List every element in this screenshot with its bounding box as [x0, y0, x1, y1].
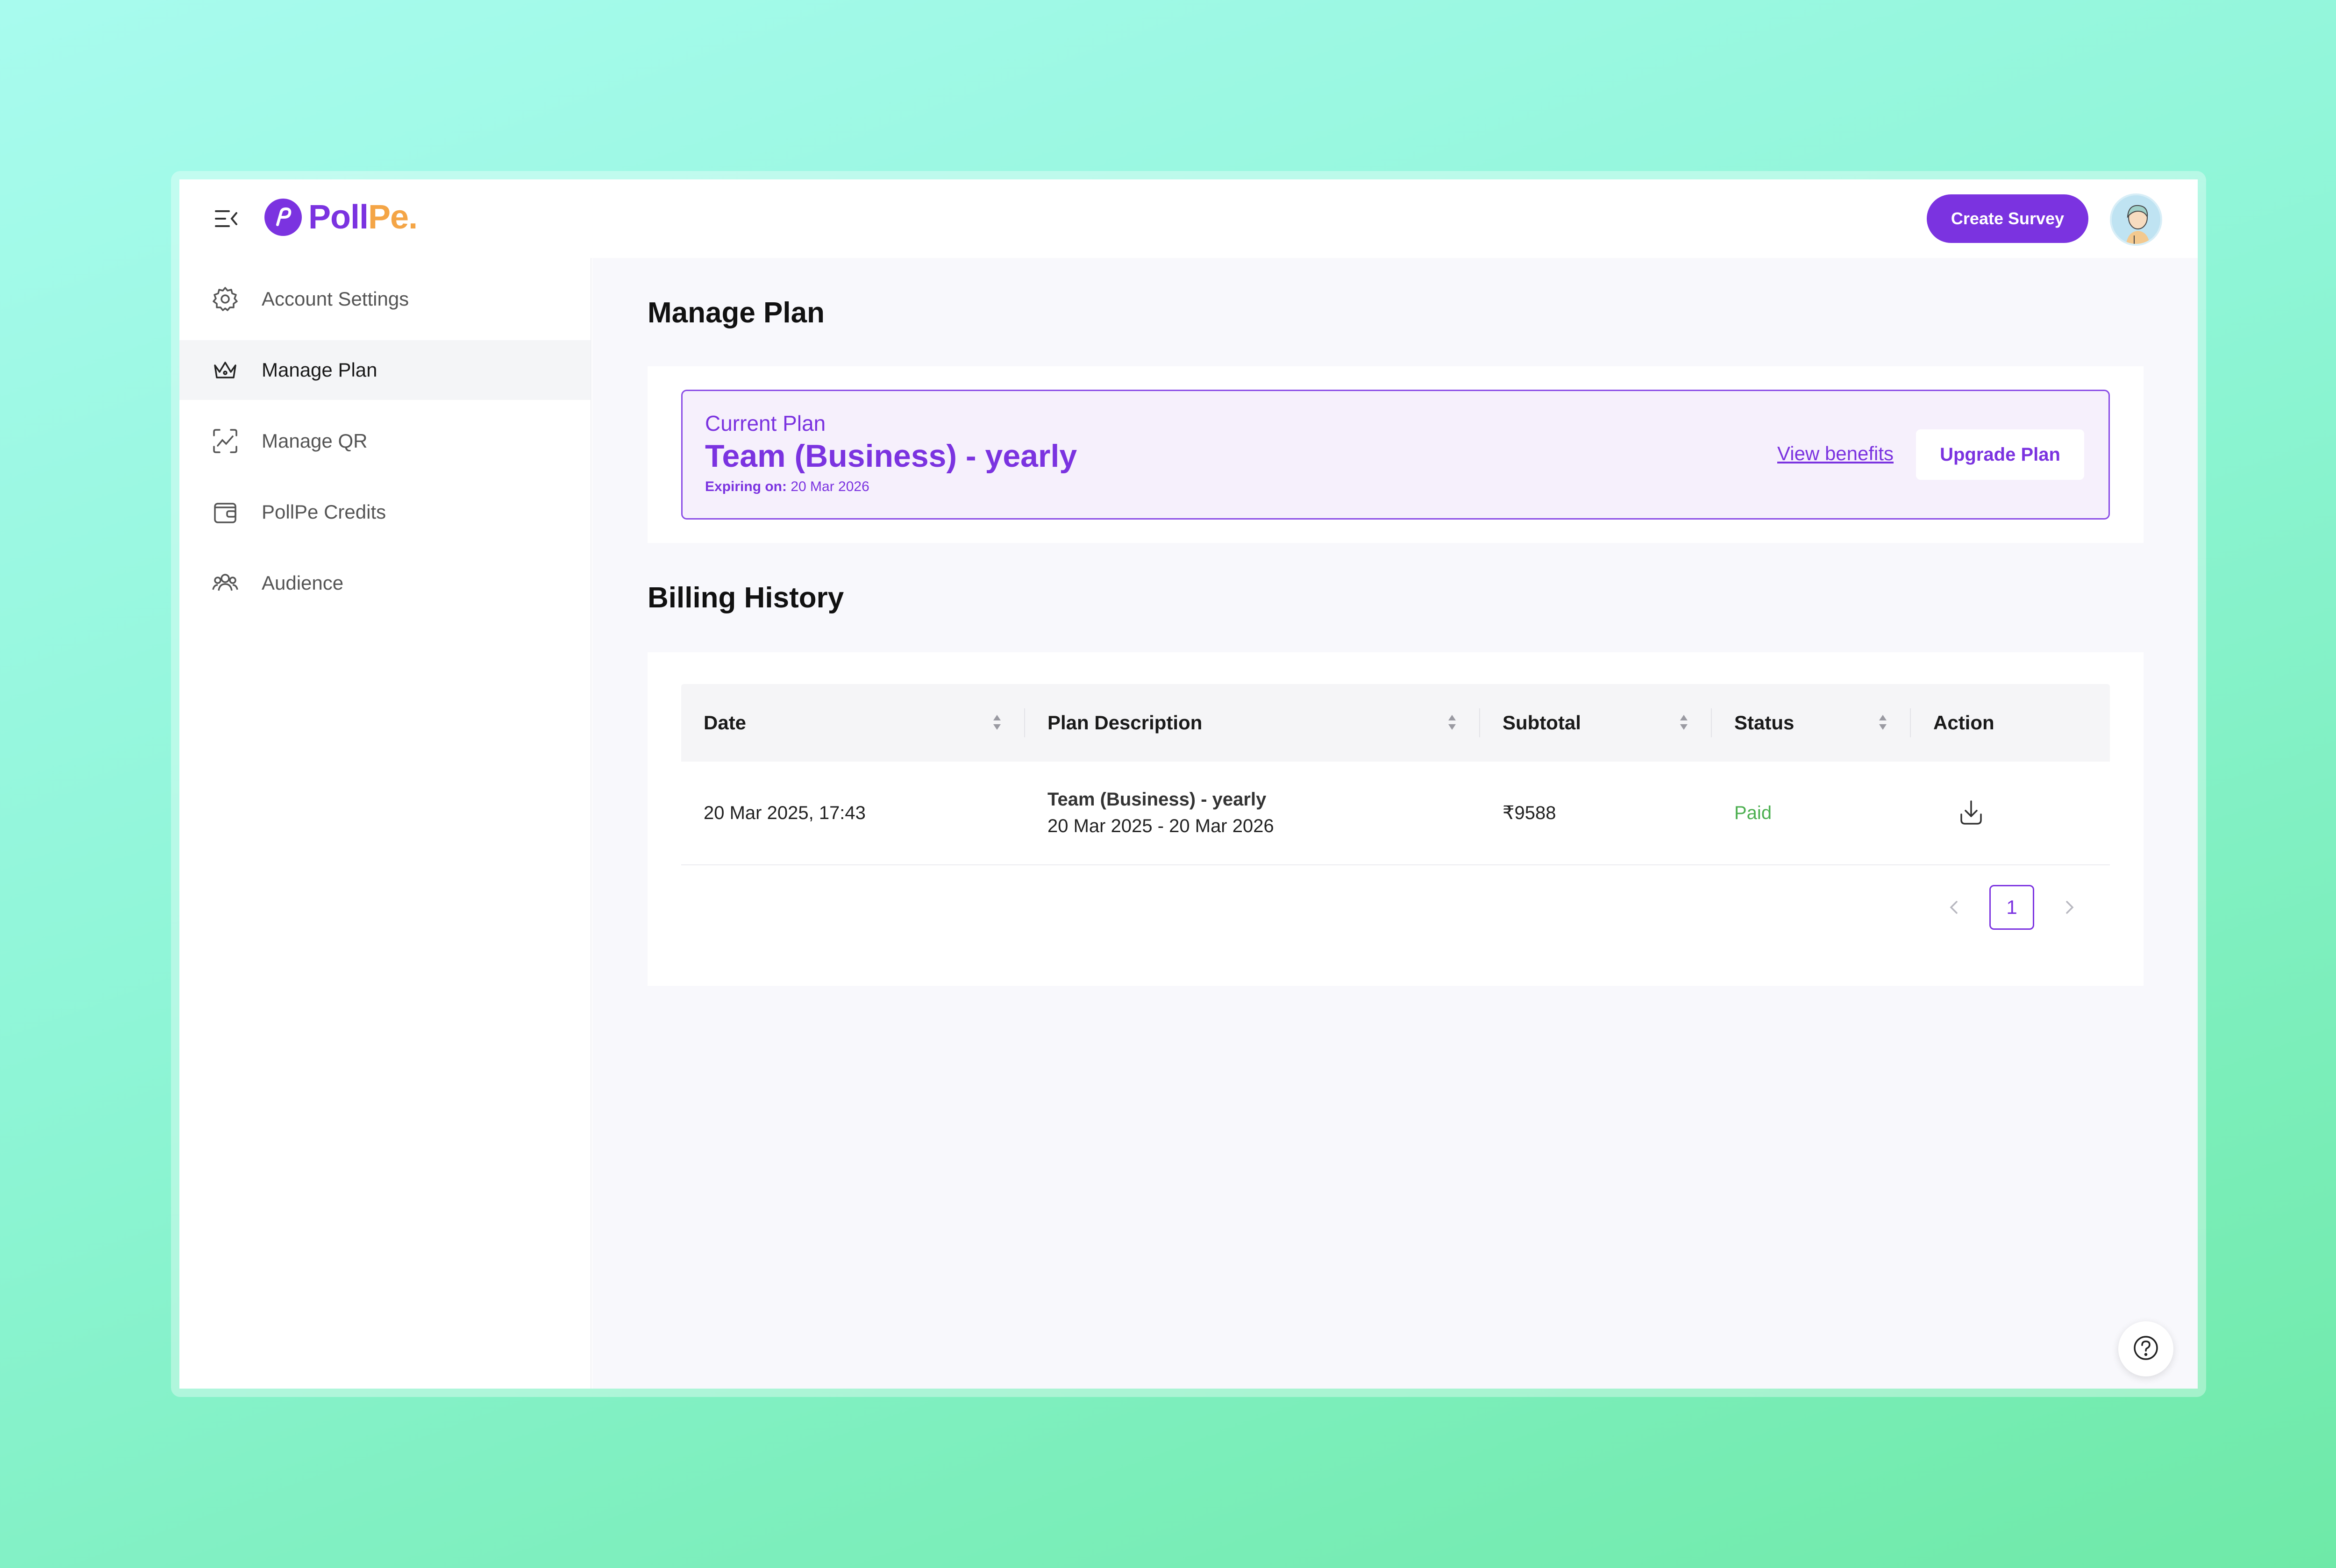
current-plan-panel: Current Plan Team (Business) - yearly Ex…: [681, 390, 2110, 520]
page-title: Manage Plan: [648, 297, 825, 329]
logo-mark-icon: [264, 199, 302, 236]
plan-expiry-label: Expiring on:: [705, 479, 787, 494]
pollpe-logo[interactable]: PollPe.: [264, 198, 418, 236]
cell-plan-name: Team (Business) - yearly: [1047, 789, 1267, 810]
column-header-plan-description[interactable]: Plan Description: [1025, 684, 1480, 762]
sidebar-item-label: PollPe Credits: [262, 501, 386, 523]
sidebar-item-manage-qr[interactable]: Manage QR: [179, 411, 591, 471]
create-survey-button[interactable]: Create Survey: [1927, 194, 2088, 243]
help-button[interactable]: [2118, 1321, 2173, 1376]
pagination: 1: [1935, 885, 2088, 930]
cell-plan-period: 20 Mar 2025 - 20 Mar 2026: [1047, 816, 1274, 836]
current-plan-card: Current Plan Team (Business) - yearly Ex…: [648, 366, 2144, 543]
sort-icon[interactable]: [1678, 711, 1689, 734]
column-header-action: Action: [1933, 712, 1994, 734]
sidebar-item-label: Manage QR: [262, 430, 368, 452]
upgrade-plan-button[interactable]: Upgrade Plan: [1916, 429, 2084, 480]
current-plan-name: Team (Business) - yearly: [705, 438, 1077, 474]
crown-icon: [210, 355, 240, 385]
wallet-icon: [210, 497, 240, 527]
app-frame: PollPe. Create Survey Account Settings M…: [171, 171, 2206, 1397]
next-page-icon[interactable]: [2051, 885, 2088, 930]
billing-history-card: Date Plan Description Subtotal Status Ac…: [648, 652, 2144, 986]
sidebar-item-audience[interactable]: Audience: [179, 553, 591, 613]
logo-text: PollPe.: [308, 199, 418, 236]
menu-collapse-icon[interactable]: [213, 206, 239, 232]
sort-icon[interactable]: [1877, 711, 1888, 734]
cell-subtotal: ₹9588: [1503, 803, 1556, 823]
billing-table: Date Plan Description Subtotal Status Ac…: [681, 684, 2110, 865]
download-icon[interactable]: [1956, 798, 1987, 828]
current-plan-label: Current Plan: [705, 411, 826, 435]
column-header-status[interactable]: Status: [1712, 684, 1911, 762]
app-window: PollPe. Create Survey Account Settings M…: [179, 179, 2198, 1389]
users-icon: [210, 568, 240, 598]
sort-icon[interactable]: [1446, 711, 1458, 734]
sort-icon[interactable]: [991, 711, 1003, 734]
qr-scan-icon: [210, 426, 240, 456]
view-benefits-link[interactable]: View benefits: [1777, 442, 1894, 465]
previous-page-icon[interactable]: [1935, 885, 1973, 930]
sidebar: Account Settings Manage Plan Manage QR P…: [179, 258, 591, 1389]
help-icon: [2132, 1334, 2160, 1364]
column-header-subtotal[interactable]: Subtotal: [1480, 684, 1712, 762]
cell-plan-description: Team (Business) - yearly 20 Mar 2025 - 2…: [1025, 762, 1480, 864]
sidebar-item-label: Account Settings: [262, 288, 409, 310]
page-number-button[interactable]: 1: [1989, 885, 2034, 930]
table-header: Date Plan Description Subtotal Status Ac…: [681, 684, 2110, 762]
cell-action: [1911, 762, 2110, 864]
status-badge: Paid: [1734, 802, 1772, 823]
plan-expiry: Expiring on: 20 Mar 2026: [705, 479, 869, 495]
cell-date: 20 Mar 2025, 17:43: [704, 802, 866, 823]
top-bar: PollPe. Create Survey: [179, 179, 2198, 258]
avatar[interactable]: [2110, 193, 2162, 246]
column-header-date[interactable]: Date: [681, 684, 1025, 762]
main-content: Manage Plan Current Plan Team (Business)…: [592, 258, 2198, 1389]
sidebar-item-label: Manage Plan: [262, 359, 377, 381]
plan-expiry-date: 20 Mar 2026: [791, 479, 869, 494]
sidebar-item-pollpe-credits[interactable]: PollPe Credits: [179, 482, 591, 542]
gear-icon: [210, 284, 240, 314]
sidebar-item-account-settings[interactable]: Account Settings: [179, 269, 591, 329]
billing-history-title: Billing History: [648, 582, 844, 614]
table-row: 20 Mar 2025, 17:43 Team (Business) - yea…: [681, 762, 2110, 865]
sidebar-item-manage-plan[interactable]: Manage Plan: [179, 340, 591, 400]
sidebar-item-label: Audience: [262, 572, 344, 594]
